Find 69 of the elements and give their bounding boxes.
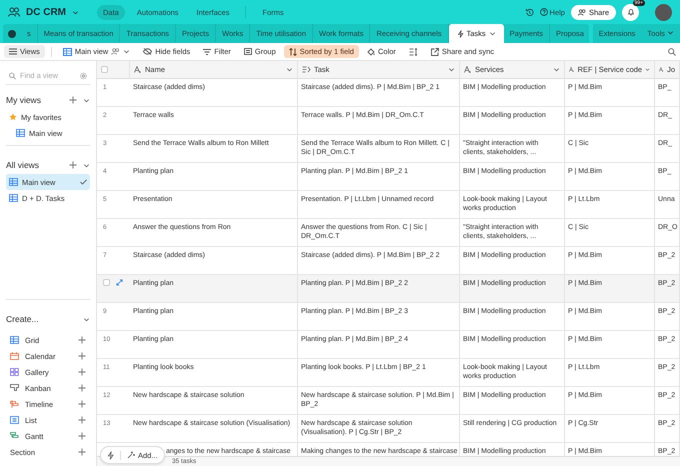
timeline-icon — [10, 400, 19, 408]
plus-icon[interactable] — [78, 400, 86, 408]
filter-icon — [203, 48, 212, 54]
menu-icon — [9, 48, 17, 55]
plus-icon[interactable] — [78, 432, 86, 440]
calendar-icon — [10, 352, 19, 360]
row-checkbox[interactable] — [103, 279, 110, 286]
grid-icon — [10, 336, 19, 344]
text-field-icon — [134, 66, 142, 73]
grid-icon — [9, 178, 18, 186]
eye-slash-icon — [143, 48, 152, 55]
chevron-down-icon[interactable] — [72, 8, 79, 16]
chevron-down-icon[interactable] — [448, 66, 455, 73]
list-icon — [10, 416, 19, 424]
sort-icon — [288, 48, 297, 56]
plus-icon[interactable] — [78, 352, 86, 360]
row-height-icon[interactable] — [408, 48, 418, 56]
section-heading[interactable]: All views — [6, 160, 63, 170]
plus-icon[interactable] — [69, 96, 77, 104]
create-menu-heading[interactable]: Create... — [6, 314, 77, 324]
plus-icon[interactable] — [78, 368, 86, 376]
group-icon — [244, 48, 252, 55]
notifications-button[interactable] — [622, 4, 639, 20]
plus-icon[interactable] — [78, 336, 86, 344]
chevron-down-icon[interactable] — [645, 66, 650, 73]
help-icon — [540, 8, 548, 16]
search-icon — [9, 72, 16, 80]
chevron-down-icon[interactable] — [83, 162, 90, 168]
chevron-down-icon[interactable] — [488, 30, 496, 37]
chevron-down-icon[interactable] — [286, 66, 293, 73]
history-icon[interactable] — [524, 8, 534, 16]
base-name[interactable]: DC CRM — [26, 6, 66, 18]
share-icon — [430, 48, 439, 56]
text-field-icon — [569, 66, 575, 73]
sparkle-icon — [127, 451, 135, 459]
select-all-checkbox[interactable] — [101, 66, 108, 73]
grid-icon — [16, 129, 25, 137]
star-icon — [9, 113, 17, 121]
settings-icon[interactable] — [80, 72, 87, 80]
plus-icon[interactable] — [69, 161, 77, 169]
gallery-icon — [10, 368, 19, 376]
people-icon — [578, 8, 586, 16]
people-icon[interactable] — [8, 7, 20, 17]
kanban-icon — [10, 384, 19, 392]
gantt-icon — [10, 432, 19, 440]
lookup-icon — [302, 66, 311, 73]
grid-icon — [9, 194, 18, 202]
chevron-down-icon[interactable] — [123, 48, 130, 55]
section-heading[interactable]: My views — [6, 95, 63, 105]
chevron-down-icon[interactable] — [553, 66, 560, 73]
scroll-left-button[interactable] — [8, 30, 16, 38]
plus-icon[interactable] — [78, 448, 86, 456]
paint-bucket-icon — [366, 48, 375, 56]
text-field-icon — [659, 66, 664, 73]
people-icon — [111, 48, 120, 55]
avatar[interactable] — [655, 4, 672, 20]
bolt-icon[interactable] — [107, 450, 114, 460]
text-field-icon — [464, 66, 472, 73]
bell-icon — [626, 8, 634, 16]
chevron-down-icon[interactable] — [667, 29, 674, 36]
grid-icon — [62, 48, 72, 56]
check-icon — [80, 179, 87, 185]
search-icon[interactable] — [668, 48, 676, 56]
bolt-icon — [456, 30, 464, 38]
expand-icon[interactable] — [116, 279, 123, 286]
plus-icon[interactable] — [78, 384, 86, 392]
plus-icon[interactable] — [78, 416, 86, 424]
chevron-down-icon[interactable] — [83, 316, 90, 322]
chevron-down-icon[interactable] — [83, 96, 90, 104]
